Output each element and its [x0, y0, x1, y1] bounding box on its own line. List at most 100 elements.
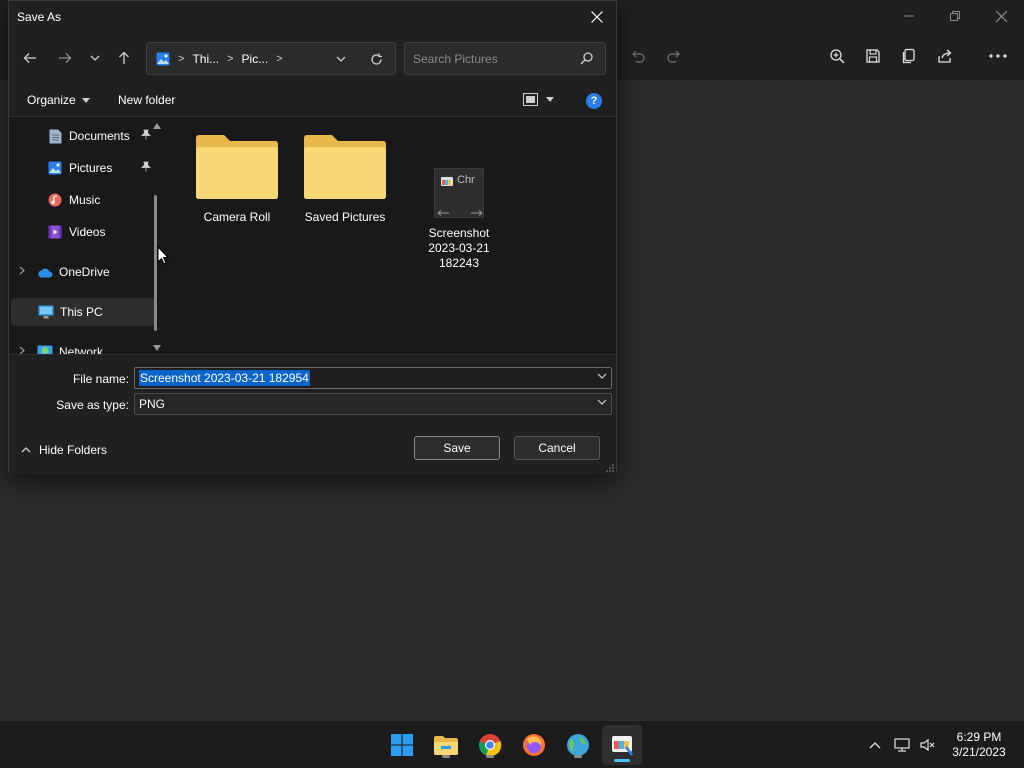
save-type-select[interactable]: PNG — [134, 393, 612, 415]
onedrive-icon — [37, 264, 53, 280]
mouse-cursor-icon — [157, 246, 169, 265]
recent-locations-button[interactable] — [82, 45, 108, 71]
network-status-button[interactable] — [891, 735, 913, 755]
cancel-button[interactable]: Cancel — [514, 436, 600, 460]
restore-button[interactable] — [932, 0, 978, 32]
music-icon — [47, 192, 63, 208]
running-indicator — [574, 755, 582, 758]
expand-network-icon[interactable] — [19, 346, 25, 354]
help-button[interactable]: ? — [586, 93, 602, 109]
organize-label: Organize — [27, 93, 76, 107]
folder-camera-roll[interactable]: Camera Roll — [189, 132, 285, 225]
save-type-value: PNG — [139, 397, 166, 411]
volume-button[interactable] — [917, 735, 939, 755]
chevron-down-icon[interactable] — [597, 373, 607, 379]
pictures-icon — [47, 160, 63, 176]
taskbar-file-explorer[interactable] — [430, 729, 462, 761]
back-button[interactable] — [17, 45, 43, 71]
nav-pane-scrollbar[interactable] — [151, 123, 163, 353]
chevron-down-icon — [336, 56, 346, 62]
close-icon — [591, 11, 603, 23]
save-form: File name: Screenshot 2023-03-21 182954 … — [9, 354, 616, 474]
address-bar[interactable]: > Thi... > Pic... > — [146, 42, 396, 75]
breadcrumb-pictures[interactable]: Pic... — [242, 52, 269, 66]
taskbar: 6:29 PM 3/21/2023 — [0, 720, 1024, 768]
expand-onedrive-icon[interactable] — [19, 266, 25, 278]
arrow-left-icon — [23, 53, 36, 63]
arrow-right-icon — [59, 53, 72, 63]
minimize-button[interactable] — [886, 0, 932, 32]
nav-item-network[interactable]: Network — [37, 338, 151, 354]
thumbnail-text: Chr — [457, 174, 475, 186]
nav-item-this-pc[interactable]: This PC — [11, 298, 155, 326]
undo-icon — [632, 50, 645, 63]
new-folder-label: New folder — [118, 93, 176, 107]
redo-button[interactable] — [660, 44, 688, 68]
up-button[interactable] — [111, 45, 137, 71]
breadcrumb-separator[interactable]: > — [276, 53, 282, 65]
paint-app-icon — [441, 177, 453, 186]
hide-folders-button[interactable]: Hide Folders — [21, 443, 107, 457]
network-status-icon — [894, 738, 910, 752]
show-hidden-icons-button[interactable] — [864, 735, 886, 755]
scroll-up-arrow-icon[interactable] — [153, 123, 161, 129]
file-list: Camera Roll Saved Pictures Chr Screensho… — [167, 118, 616, 354]
windows-logo-icon — [391, 734, 413, 756]
nav-item-videos[interactable]: Videos — [47, 218, 151, 246]
image-thumbnail: Chr — [434, 168, 484, 218]
file-label: Screenshot 2023-03-21 182243 — [428, 226, 490, 270]
copy-button[interactable] — [895, 44, 923, 68]
share-button[interactable] — [931, 44, 959, 68]
file-name-value[interactable]: Screenshot 2023-03-21 182954 — [139, 370, 310, 386]
taskbar-firefox[interactable] — [518, 729, 550, 761]
dialog-close-button[interactable] — [584, 5, 610, 29]
close-app-button[interactable] — [978, 0, 1024, 32]
undo-button[interactable] — [624, 44, 652, 68]
clock[interactable]: 6:29 PM 3/21/2023 — [944, 730, 1014, 760]
taskbar-chrome[interactable] — [474, 729, 506, 761]
organize-button[interactable]: Organize — [27, 93, 90, 107]
documents-icon — [47, 128, 63, 144]
resize-grip-icon[interactable] — [606, 464, 614, 472]
breadcrumb-separator: > — [227, 52, 234, 65]
refresh-icon — [370, 53, 382, 65]
search-icon[interactable] — [579, 51, 595, 67]
taskbar-paint[interactable] — [602, 725, 642, 765]
file-name-input[interactable]: Screenshot 2023-03-21 182954 — [134, 367, 612, 389]
chevron-down-icon — [90, 55, 100, 61]
search-input[interactable] — [413, 50, 573, 68]
nav-item-pictures[interactable]: Pictures — [47, 154, 151, 182]
scroll-down-arrow-icon[interactable] — [153, 345, 161, 351]
save-button[interactable]: Save — [414, 436, 500, 460]
nav-item-label: Documents — [69, 129, 130, 143]
pin-icon — [141, 129, 151, 143]
more-options-button[interactable] — [984, 44, 1012, 68]
taskbar-maps-app[interactable] — [562, 729, 594, 761]
more-icon — [989, 54, 1007, 58]
breadcrumb-this-pc[interactable]: Thi... — [192, 52, 219, 66]
save-as-dialog: Save As > Thi... > Pic... > Search Pictu… — [8, 0, 617, 474]
nav-item-onedrive[interactable]: OneDrive — [37, 258, 151, 286]
file-label: Camera Roll — [203, 210, 271, 224]
forward-button[interactable] — [52, 45, 78, 71]
chevron-up-icon — [869, 741, 881, 748]
hide-folders-label: Hide Folders — [39, 443, 108, 457]
folder-saved-pictures[interactable]: Saved Pictures — [297, 132, 393, 225]
save-icon — [866, 49, 880, 63]
nav-item-label: Music — [69, 193, 101, 207]
address-history-button[interactable] — [331, 49, 351, 69]
nav-item-documents[interactable]: Documents — [47, 122, 151, 150]
start-button[interactable] — [386, 729, 418, 761]
zoom-in-button[interactable] — [823, 44, 851, 68]
search-box — [404, 42, 606, 75]
nav-item-music[interactable]: Music — [47, 186, 151, 214]
save-toolbar-button[interactable] — [859, 44, 887, 68]
file-screenshot-182243[interactable]: Chr Screenshot 2023-03-21 182243 — [411, 168, 507, 271]
refresh-button[interactable] — [365, 49, 387, 69]
breadcrumb-separator: > — [178, 52, 185, 65]
chevron-up-icon — [21, 447, 31, 453]
network-icon — [37, 344, 53, 354]
change-view-button[interactable] — [523, 93, 554, 106]
new-folder-button[interactable]: New folder — [118, 93, 175, 107]
nav-item-label: Network — [59, 345, 104, 354]
